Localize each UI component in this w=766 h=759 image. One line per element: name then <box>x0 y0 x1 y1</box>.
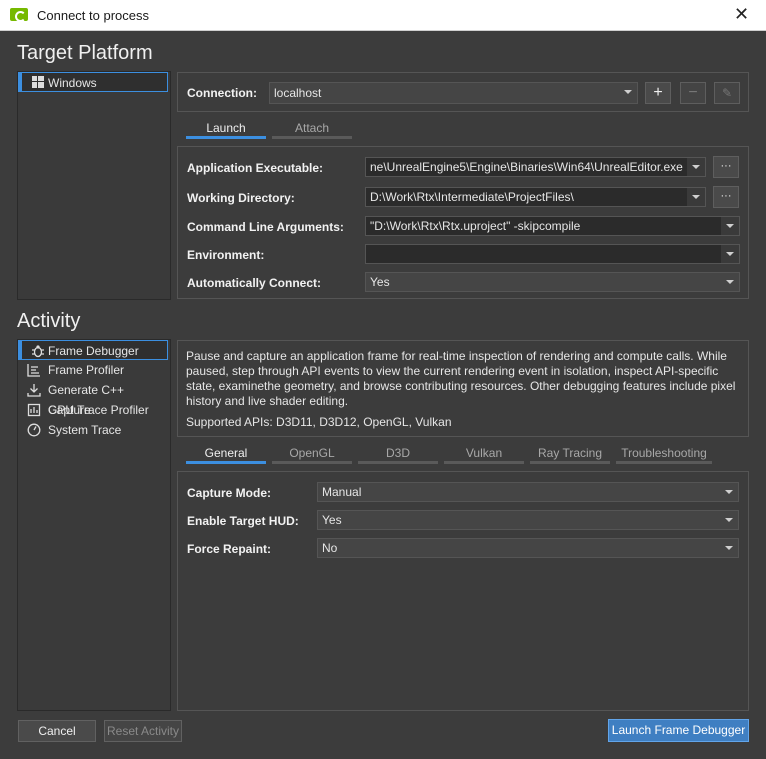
cmd-args-value: "D:\Work\Rtx\Rtx.uproject" -skipcompile <box>370 219 581 233</box>
force-repaint-label: Force Repaint: <box>187 542 272 556</box>
tab-opengl[interactable]: OpenGL <box>272 444 352 464</box>
cancel-button[interactable]: Cancel <box>18 720 96 742</box>
tab-attach[interactable]: Attach <box>272 119 352 139</box>
windows-icon <box>31 76 45 90</box>
working-dir-input[interactable]: D:\Work\Rtx\Intermediate\ProjectFiles\ <box>365 187 706 207</box>
clock-icon <box>27 423 41 437</box>
gpu-trace-icon <box>27 403 41 417</box>
connection-label: Connection: <box>187 86 257 100</box>
auto-connect-label: Automatically Connect: <box>187 276 322 290</box>
edit-connection-button[interactable]: ✎ <box>714 82 740 104</box>
add-connection-button[interactable]: + <box>645 82 671 104</box>
activity-item-system-trace[interactable]: System Trace <box>18 420 168 440</box>
chevron-down-icon <box>619 83 637 103</box>
force-repaint-value: No <box>322 541 338 555</box>
activity-label: Frame Profiler <box>48 363 125 377</box>
connection-panel: Connection: localhost + − ✎ <box>177 72 749 112</box>
title-bar: Connect to process ✕ <box>0 0 766 31</box>
working-dir-label: Working Directory: <box>187 191 295 205</box>
auto-connect-select[interactable]: Yes <box>365 272 740 292</box>
activity-label: System Trace <box>48 423 122 437</box>
tab-troubleshooting[interactable]: Troubleshooting <box>616 444 712 464</box>
bar-chart-icon <box>27 363 41 377</box>
chevron-down-icon <box>721 217 739 235</box>
tab-d3d[interactable]: D3D <box>358 444 438 464</box>
force-repaint-select[interactable]: No <box>317 538 739 558</box>
launch-fields-panel: Application Executable: ne\UnrealEngine5… <box>177 146 749 299</box>
activity-item-gpu-trace-profiler[interactable]: GPU Trace Profiler <box>18 400 168 420</box>
tab-general[interactable]: General <box>186 444 266 464</box>
tab-launch[interactable]: Launch <box>186 119 266 139</box>
app-exe-browse-button[interactable]: ··· <box>713 156 739 178</box>
nvidia-logo-icon <box>10 8 28 22</box>
working-dir-browse-button[interactable]: ··· <box>713 186 739 208</box>
window-title: Connect to process <box>37 8 150 23</box>
working-dir-value: D:\Work\Rtx\Intermediate\ProjectFiles\ <box>370 190 574 204</box>
capture-mode-value: Manual <box>322 485 362 499</box>
activity-list: Frame Debugger Frame Profiler Generate C… <box>17 339 171 711</box>
activity-description: Pause and capture an application frame f… <box>186 349 736 408</box>
chevron-down-icon <box>720 483 738 501</box>
auto-connect-value: Yes <box>370 275 390 289</box>
target-hud-label: Enable Target HUD: <box>187 514 299 528</box>
tab-vulkan[interactable]: Vulkan <box>444 444 524 464</box>
tab-ray-tracing[interactable]: Ray Tracing <box>530 444 610 464</box>
cmd-args-input[interactable]: "D:\Work\Rtx\Rtx.uproject" -skipcompile <box>365 216 740 236</box>
chevron-down-icon <box>720 539 738 557</box>
close-icon[interactable]: ✕ <box>734 4 749 25</box>
app-exe-label: Application Executable: <box>187 161 324 175</box>
platform-label: Windows <box>48 76 97 90</box>
app-exe-value: ne\UnrealEngine5\Engine\Binaries\Win64\U… <box>370 160 683 174</box>
activity-item-generate-cpp-capture[interactable]: Generate C++ Capture <box>18 380 168 417</box>
remove-connection-button[interactable]: − <box>680 82 706 104</box>
environment-label: Environment: <box>187 248 265 262</box>
reset-activity-button[interactable]: Reset Activity <box>104 720 182 742</box>
connection-select[interactable]: localhost <box>269 82 638 104</box>
capture-mode-select[interactable]: Manual <box>317 482 739 502</box>
chevron-down-icon <box>721 273 739 291</box>
chevron-down-icon <box>687 158 705 176</box>
activity-description-panel: Pause and capture an application frame f… <box>177 340 749 437</box>
target-hud-value: Yes <box>322 513 342 527</box>
activity-settings-panel: Capture Mode: Manual Enable Target HUD: … <box>177 471 749 711</box>
activity-title: Activity <box>17 310 81 332</box>
platform-item-windows[interactable]: Windows <box>18 72 168 92</box>
app-exe-input[interactable]: ne\UnrealEngine5\Engine\Binaries\Win64\U… <box>365 157 706 177</box>
chevron-down-icon <box>720 511 738 529</box>
target-hud-select[interactable]: Yes <box>317 510 739 530</box>
chevron-down-icon <box>721 245 739 263</box>
supported-apis: Supported APIs: D3D11, D3D12, OpenGL, Vu… <box>186 415 452 429</box>
launch-frame-debugger-button[interactable]: Launch Frame Debugger <box>608 719 749 742</box>
bug-icon <box>31 344 45 358</box>
edit-icon: ✎ <box>721 86 733 100</box>
activity-label: Frame Debugger <box>48 344 139 358</box>
chevron-down-icon <box>687 188 705 206</box>
environment-input[interactable] <box>365 244 740 264</box>
download-icon <box>27 383 41 397</box>
cmd-args-label: Command Line Arguments: <box>187 220 344 234</box>
platform-list: Windows <box>17 71 171 300</box>
activity-label: GPU Trace Profiler <box>48 403 149 417</box>
target-platform-title: Target Platform <box>17 42 153 64</box>
capture-mode-label: Capture Mode: <box>187 486 271 500</box>
activity-item-frame-profiler[interactable]: Frame Profiler <box>18 360 168 380</box>
activity-item-frame-debugger[interactable]: Frame Debugger <box>18 340 168 360</box>
connection-value: localhost <box>274 86 322 100</box>
